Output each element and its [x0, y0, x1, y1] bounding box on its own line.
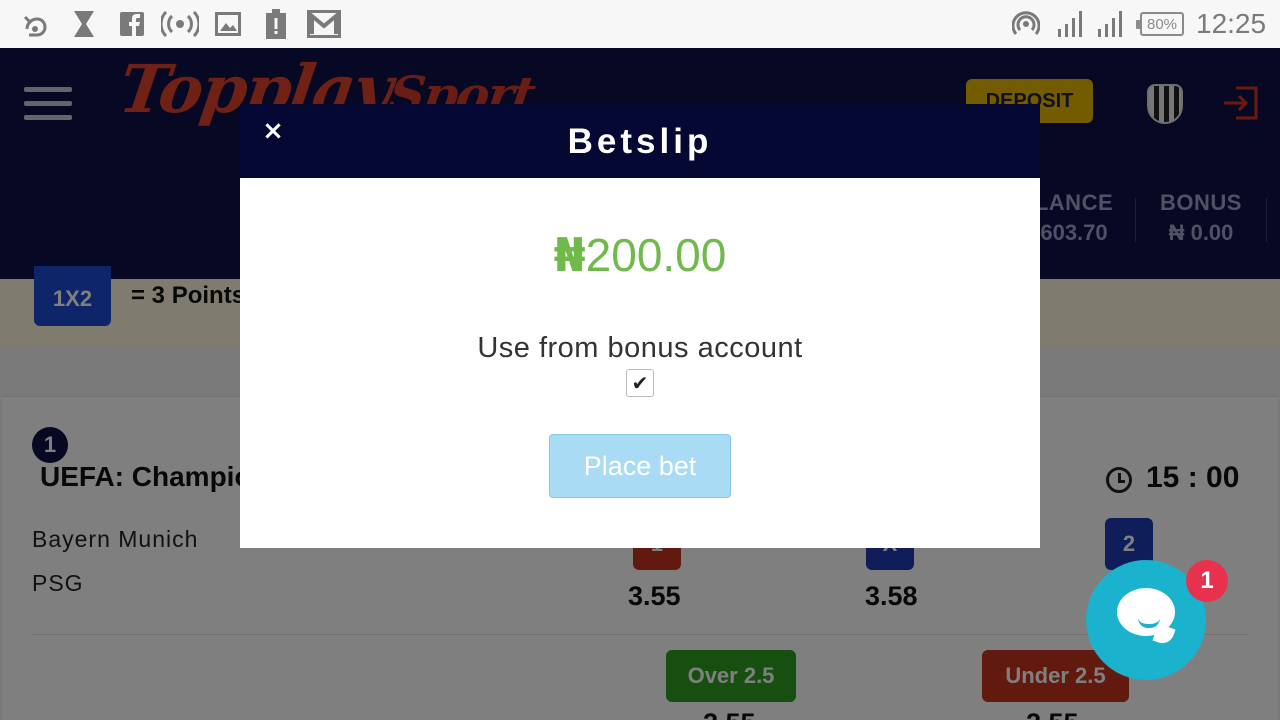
stake-value: 200.00 — [585, 229, 727, 281]
gallery-icon — [212, 8, 244, 40]
wifi-icon — [1010, 8, 1042, 40]
bonus-checkbox-label: Use from bonus account — [477, 332, 803, 364]
chat-bubble-icon — [1117, 588, 1175, 636]
hotspot-icon — [160, 8, 200, 40]
currency-symbol: ₦ — [553, 228, 586, 282]
betslip-title: Betslip — [567, 122, 713, 161]
place-bet-button[interactable]: Place bet — [549, 434, 731, 498]
bonus-checkbox[interactable]: ✔ — [626, 369, 654, 397]
facebook-icon — [116, 8, 148, 40]
signal-icon — [1094, 8, 1126, 40]
chat-unread-badge: 1 — [1186, 560, 1228, 602]
uc-browser-icon — [20, 8, 52, 40]
stake-amount: ₦200.00 — [240, 228, 1040, 282]
status-clock: 12:25 — [1196, 8, 1267, 39]
signal-icon — [1054, 8, 1086, 40]
status-bar: 80% 12:25 — [0, 0, 1280, 48]
checkmark-icon: ✔ — [631, 371, 649, 395]
betslip-header: × Betslip — [240, 104, 1040, 178]
betslip-modal: × Betslip ₦200.00 Use from bonus account… — [240, 104, 1040, 548]
gmail-icon — [306, 8, 342, 40]
battery-alert-icon — [260, 8, 292, 40]
hourglass-icon — [68, 8, 100, 40]
battery-indicator: 80% — [1136, 12, 1184, 36]
